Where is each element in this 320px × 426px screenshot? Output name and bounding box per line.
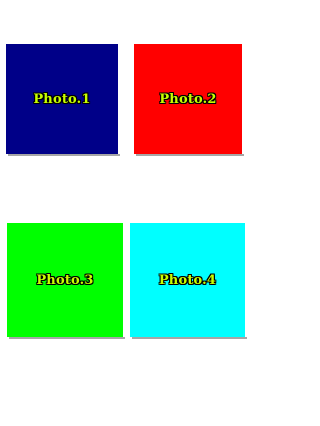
- photo-label: Photo.3: [36, 272, 94, 288]
- photo-label: Photo.2: [159, 91, 217, 107]
- photo-label: Photo.4: [158, 272, 217, 288]
- photo-tile-4[interactable]: Photo.4: [130, 223, 247, 339]
- photo-tile-3[interactable]: Photo.3: [7, 223, 125, 339]
- photo-label: Photo.1: [33, 91, 91, 107]
- photo-tile-2[interactable]: Photo.2: [134, 44, 244, 156]
- photo-tile-1[interactable]: Photo.1: [6, 44, 120, 156]
